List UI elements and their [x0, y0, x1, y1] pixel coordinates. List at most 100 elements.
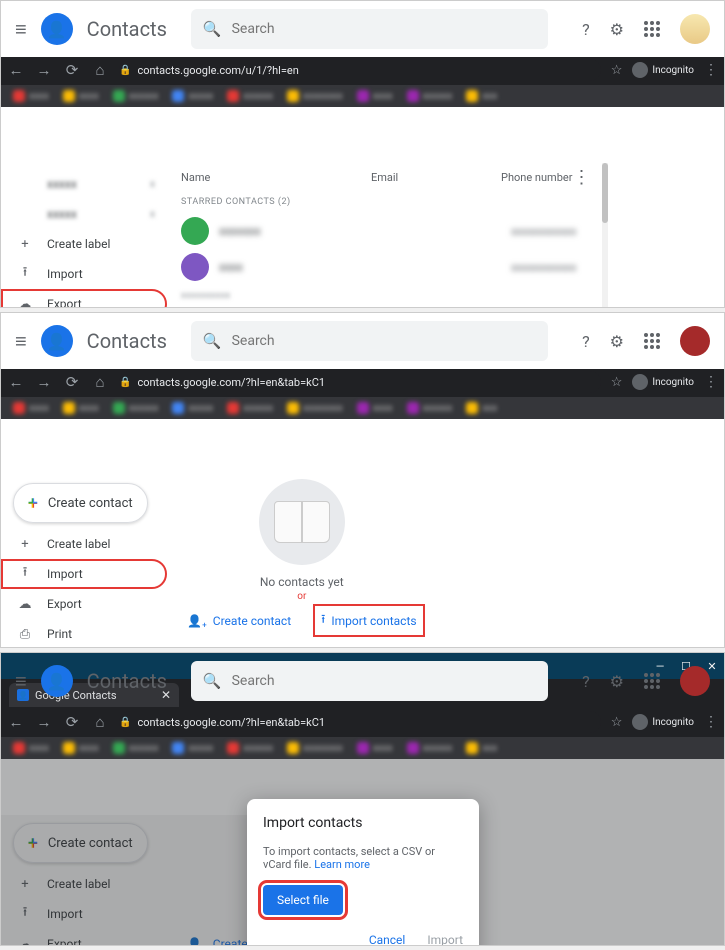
- settings-gear-icon[interactable]: ⚙: [610, 20, 624, 39]
- search-box[interactable]: 🔍: [191, 9, 548, 49]
- select-file-button[interactable]: Select file: [263, 885, 343, 915]
- search-input[interactable]: [232, 333, 537, 349]
- bookmark-item[interactable]: xxxxxxxx: [287, 402, 343, 414]
- sidebar-create-label[interactable]: +Create label: [1, 229, 167, 259]
- search-input[interactable]: [232, 21, 537, 37]
- sidebar-label: Export: [47, 297, 82, 308]
- reload-icon[interactable]: ⟳: [63, 61, 81, 79]
- settings-gear-icon[interactable]: ⚙: [610, 672, 624, 691]
- browser-menu-icon[interactable]: ⋮: [704, 374, 718, 390]
- bookmark-item[interactable]: xxxx: [357, 90, 393, 102]
- bookmark-item[interactable]: xxxxxx: [113, 402, 159, 414]
- back-icon[interactable]: ←: [7, 61, 25, 79]
- browser-menu-icon[interactable]: ⋮: [704, 62, 718, 78]
- account-avatar[interactable]: [680, 14, 710, 44]
- bookmark-item[interactable]: xxxx: [63, 402, 99, 414]
- bookmark-item[interactable]: xxxx: [13, 742, 49, 754]
- account-avatar[interactable]: [680, 326, 710, 356]
- sidebar-print[interactable]: ⎙Print: [1, 619, 167, 648]
- bookmark-item[interactable]: xxxx: [63, 742, 99, 754]
- home-icon[interactable]: ⌂: [91, 61, 109, 79]
- home-icon[interactable]: ⌂: [91, 373, 109, 391]
- back-icon[interactable]: ←: [7, 373, 25, 391]
- column-menu-icon[interactable]: ⋮: [572, 167, 596, 188]
- bookmark-item[interactable]: xxxx: [357, 402, 393, 414]
- hamburger-icon[interactable]: ≡: [15, 329, 27, 354]
- bookmark-star-icon[interactable]: ☆: [611, 375, 623, 390]
- sidebar-create-label[interactable]: +Create label: [1, 529, 167, 559]
- bookmark-item[interactable]: xxxxxx: [227, 90, 273, 102]
- bookmark-item[interactable]: xxxxxx: [113, 742, 159, 754]
- learn-more-link[interactable]: Learn more: [314, 858, 370, 871]
- incognito-label: Incognito: [652, 65, 694, 76]
- forward-icon[interactable]: →: [35, 713, 53, 731]
- bookmark-item[interactable]: xxx: [466, 402, 497, 414]
- bookmark-item[interactable]: xxxxxx: [227, 402, 273, 414]
- bookmark-item[interactable]: xxxxxx: [407, 402, 453, 414]
- sidebar-label-item[interactable]: xxxxxx: [1, 199, 167, 229]
- apps-grid-icon[interactable]: [644, 21, 660, 37]
- scroll-thumb[interactable]: [602, 163, 608, 223]
- bookmark-item[interactable]: xxxx: [13, 90, 49, 102]
- bookmark-item[interactable]: xxxxx: [172, 90, 213, 102]
- sidebar-import[interactable]: ⭱Import: [1, 559, 167, 589]
- create-contact-button[interactable]: +Create contact: [13, 483, 148, 523]
- apps-grid-icon[interactable]: [644, 333, 660, 349]
- bookmark-item[interactable]: xxxxxx: [113, 90, 159, 102]
- contact-avatar: [181, 217, 209, 245]
- settings-gear-icon[interactable]: ⚙: [610, 332, 624, 351]
- bookmark-item[interactable]: xxxx: [13, 402, 49, 414]
- sidebar-export[interactable]: ☁Export: [1, 589, 167, 619]
- bookmark-item[interactable]: xxxx: [63, 90, 99, 102]
- cloud-icon: ☁: [17, 597, 33, 612]
- sidebar-label-item[interactable]: xxxxxx: [1, 169, 167, 199]
- import-contacts-link[interactable]: ⭱Import contacts: [315, 606, 422, 635]
- search-icon[interactable]: 🔍: [203, 672, 222, 690]
- hamburger-icon[interactable]: ≡: [15, 669, 27, 694]
- bookmark-item[interactable]: xxxxx: [172, 402, 213, 414]
- home-icon[interactable]: ⌂: [91, 713, 109, 731]
- omnibox[interactable]: 🔒 contacts.google.com/u/1/?hl=en: [119, 59, 601, 81]
- contact-row[interactable]: xxxxxxxxxxxxxxxxxxx: [181, 213, 596, 249]
- bookmark-item[interactable]: xxx: [466, 742, 497, 754]
- bookmark-item[interactable]: xxxxxx: [407, 742, 453, 754]
- bookmark-item[interactable]: xxxxxx: [227, 742, 273, 754]
- empty-title: No contacts yet: [260, 575, 344, 589]
- bookmark-item[interactable]: xxx: [466, 90, 497, 102]
- bookmark-item[interactable]: xxxxx: [172, 742, 213, 754]
- forward-icon[interactable]: →: [35, 61, 53, 79]
- hamburger-icon[interactable]: ≡: [15, 17, 27, 42]
- back-icon[interactable]: ←: [7, 713, 25, 731]
- apps-grid-icon[interactable]: [644, 673, 660, 689]
- contact-row[interactable]: xxxxxxxxxxxxx: [181, 307, 596, 308]
- search-icon[interactable]: 🔍: [203, 20, 222, 38]
- sidebar-label: Import: [47, 567, 83, 581]
- reload-icon[interactable]: ⟳: [63, 373, 81, 391]
- bookmark-star-icon[interactable]: ☆: [611, 63, 623, 78]
- bookmark-item[interactable]: xxxxxxxx: [287, 742, 343, 754]
- contact-row[interactable]: xxxxxxxxxxxxxxxx: [181, 249, 596, 285]
- create-contact-link[interactable]: 👤₊Create contact: [181, 606, 297, 635]
- bookmark-item[interactable]: xxxxxx: [407, 90, 453, 102]
- bookmark-star-icon[interactable]: ☆: [611, 715, 623, 730]
- scrollbar[interactable]: [602, 163, 608, 307]
- sidebar-import[interactable]: ⭱Import: [1, 259, 167, 289]
- modal-cancel-button[interactable]: Cancel: [369, 933, 406, 946]
- browser-menu-icon[interactable]: ⋮: [704, 714, 718, 730]
- search-icon[interactable]: 🔍: [203, 332, 222, 350]
- forward-icon[interactable]: →: [35, 373, 53, 391]
- omnibox[interactable]: 🔒 contacts.google.com/?hl=en&tab=kC1: [119, 711, 601, 733]
- bookmark-item[interactable]: xxxx: [357, 742, 393, 754]
- account-avatar[interactable]: [680, 666, 710, 696]
- bookmark-item[interactable]: xxxxxxxx: [287, 90, 343, 102]
- help-icon[interactable]: ?: [582, 20, 590, 39]
- search-box[interactable]: 🔍: [191, 321, 548, 361]
- sidebar: xxxxxx xxxxxx +Create label ⭱Import ☁Exp…: [1, 163, 167, 307]
- search-input[interactable]: [232, 673, 537, 689]
- reload-icon[interactable]: ⟳: [63, 713, 81, 731]
- help-icon[interactable]: ?: [582, 332, 590, 351]
- help-icon[interactable]: ?: [582, 672, 590, 691]
- sidebar-export[interactable]: ☁Export: [1, 289, 167, 308]
- search-box[interactable]: 🔍: [191, 661, 548, 701]
- omnibox[interactable]: 🔒 contacts.google.com/?hl=en&tab=kC1: [119, 371, 601, 393]
